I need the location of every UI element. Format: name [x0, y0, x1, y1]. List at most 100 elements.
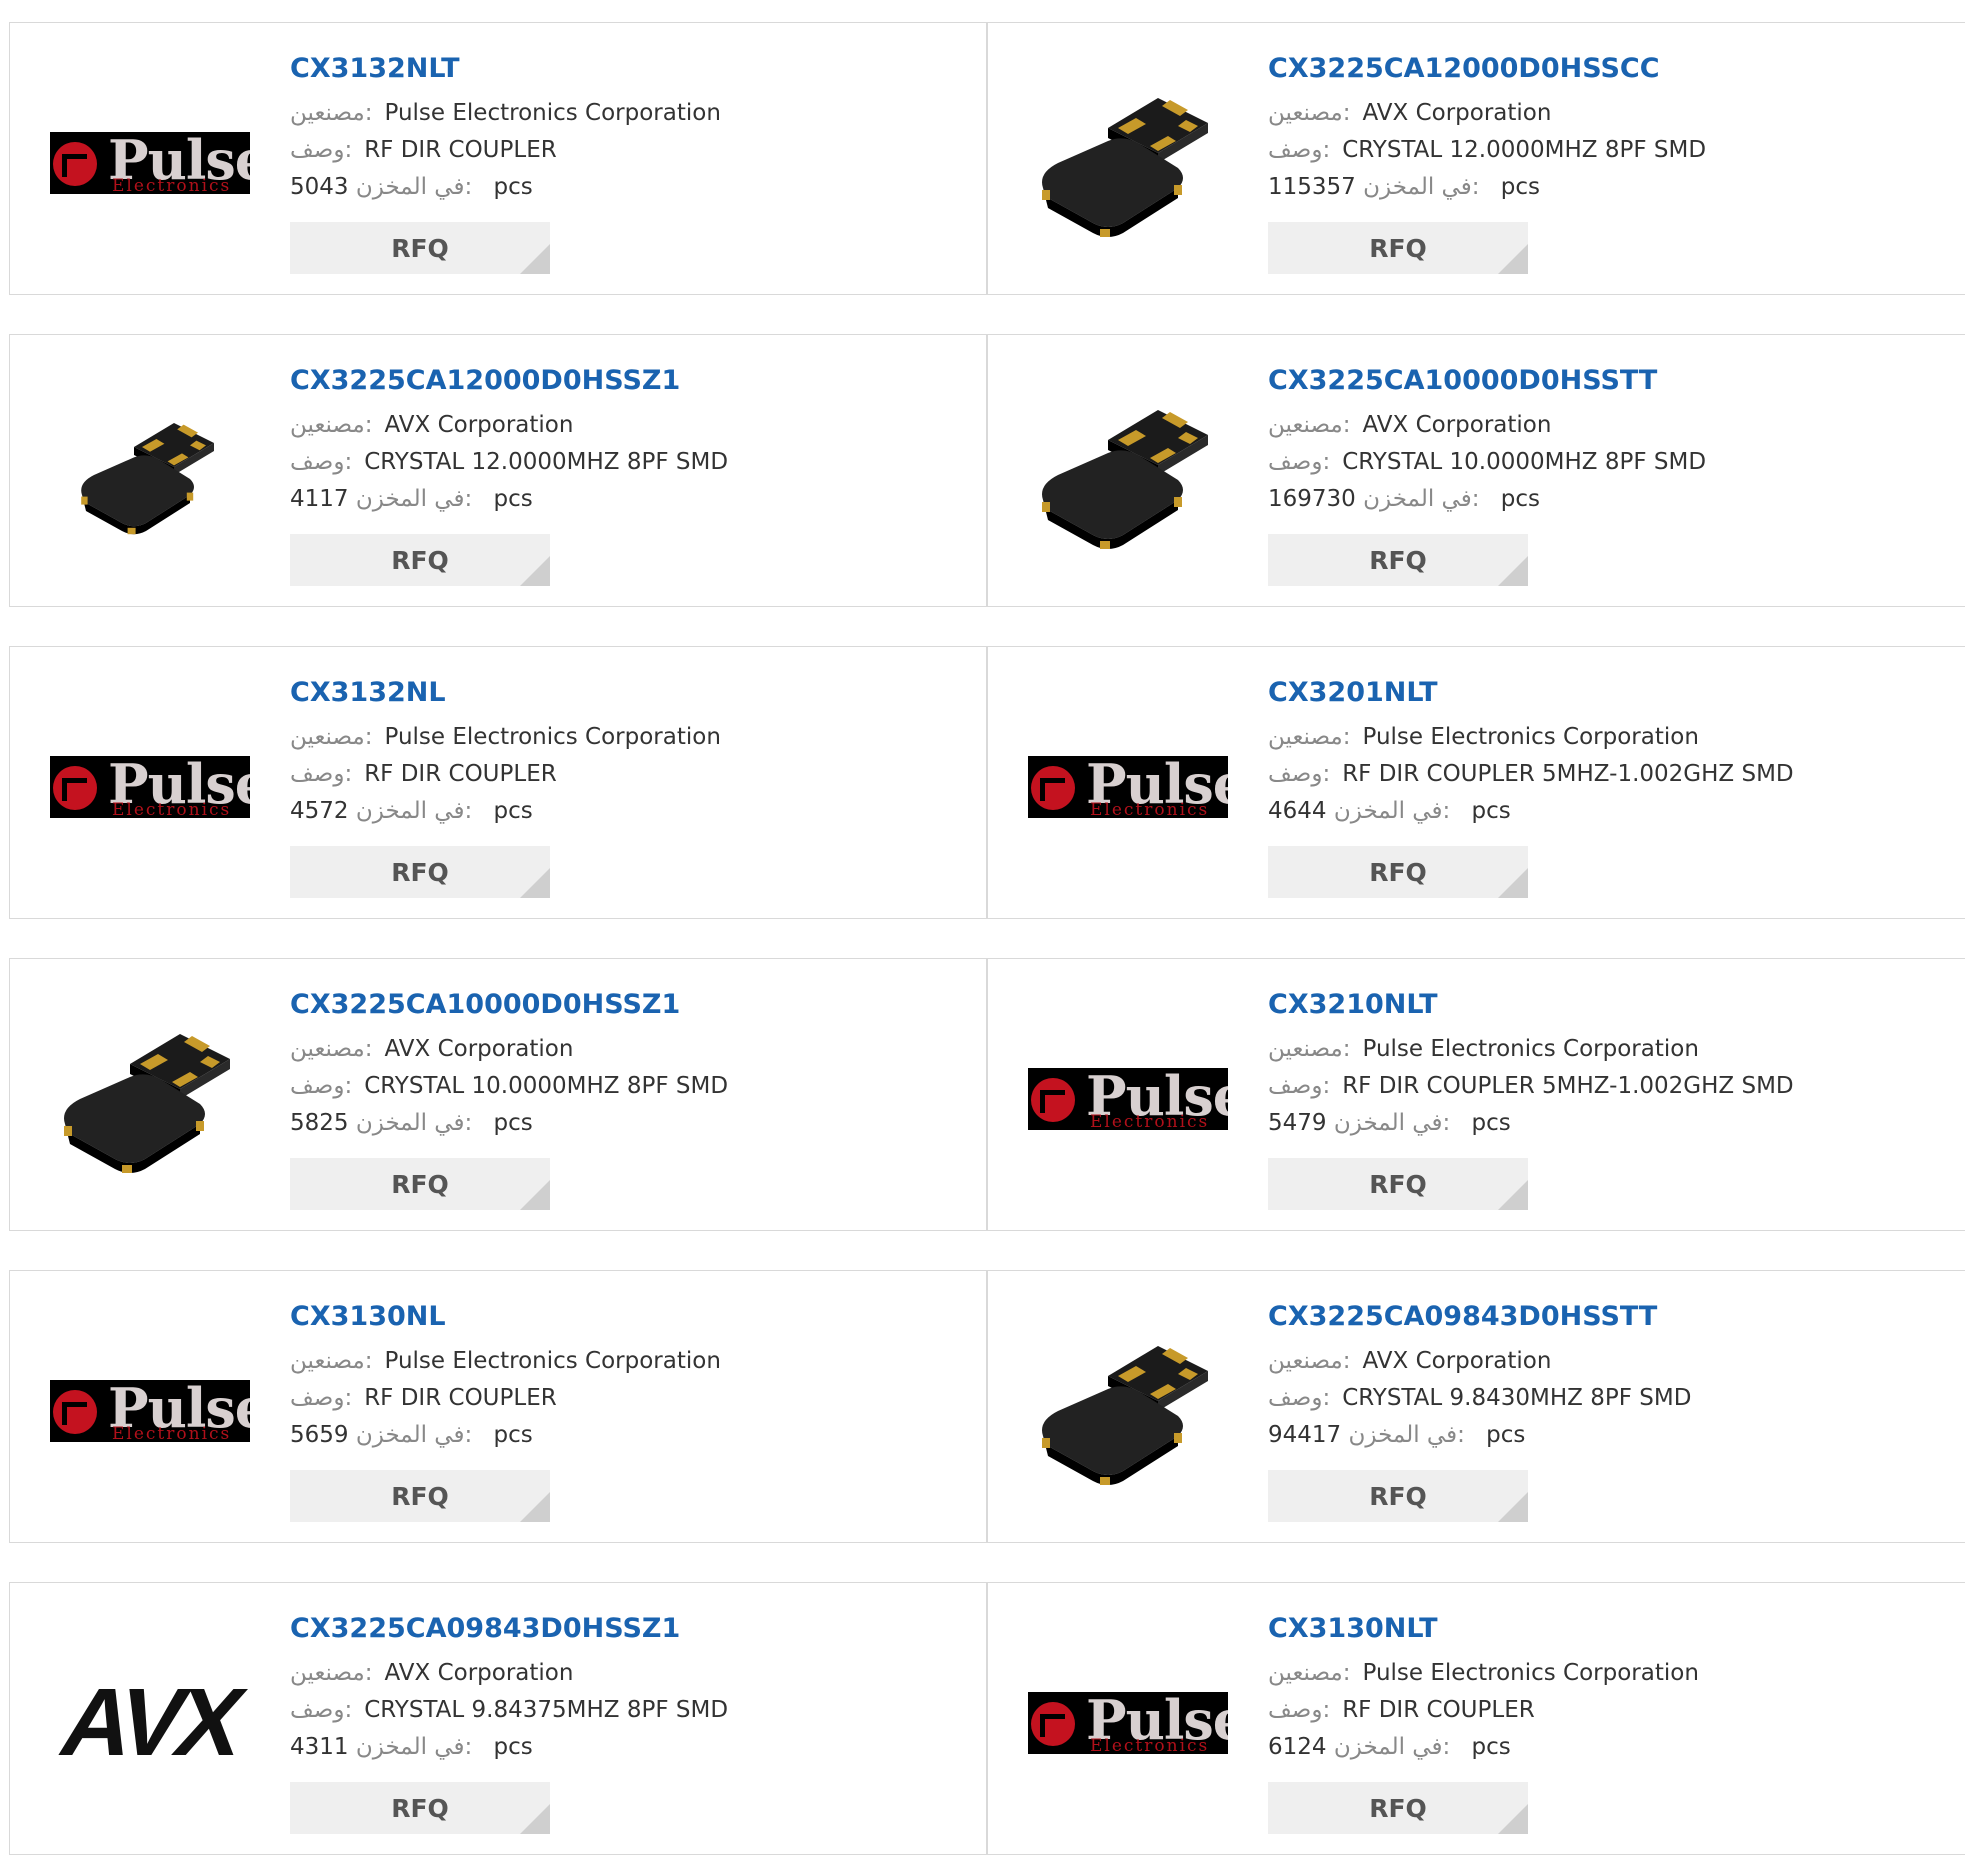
- crystal-oscillator-image: [64, 1034, 230, 1173]
- rfq-button[interactable]: RFQ: [290, 1470, 550, 1522]
- product-row: AVX CX3225CA09843D0HSSZ1 مصنعين: AVX Corp…: [9, 1582, 1965, 1855]
- manufacturer-row: مصنعين: Pulse Electronics Corporation: [1268, 1655, 1699, 1692]
- product-image[interactable]: Pulse Electronics: [1028, 999, 1228, 1199]
- rfq-button[interactable]: RFQ: [1268, 1158, 1528, 1210]
- part-number-link[interactable]: CX3130NLT: [1268, 1611, 1699, 1647]
- product-card: CX3225CA10000D0HSSTT مصنعين: AVX Corporat…: [987, 335, 1965, 606]
- rfq-button[interactable]: RFQ: [290, 846, 550, 898]
- description-label: وصف:: [1268, 1385, 1331, 1411]
- rfq-button[interactable]: RFQ: [290, 222, 550, 274]
- product-image[interactable]: Pulse Electronics: [50, 63, 250, 263]
- description-label: وصف:: [290, 449, 353, 475]
- description-row: وصف: CRYSTAL 10.0000MHZ 8PF SMD: [1268, 444, 1706, 481]
- description-row: وصف: CRYSTAL 12.0000MHZ 8PF SMD: [290, 444, 728, 481]
- part-number-link[interactable]: CX3210NLT: [1268, 987, 1794, 1023]
- pulse-logo-sub: Electronics: [1090, 1736, 1210, 1754]
- avx-logo: AVX: [50, 1669, 250, 1776]
- description-value: RF DIR COUPLER: [1342, 1697, 1535, 1723]
- product-info: CX3225CA12000D0HSSZ1 مصنعين: AVX Corporat…: [290, 363, 728, 518]
- pulse-mark-icon: [1031, 1702, 1075, 1746]
- description-label: وصف:: [290, 761, 353, 787]
- description-label: وصف:: [1268, 1073, 1331, 1099]
- part-number-link[interactable]: CX3225CA10000D0HSSZ1: [290, 987, 728, 1023]
- description-value: CRYSTAL 12.0000MHZ 8PF SMD: [1342, 137, 1707, 163]
- stock-label: في المخزن:: [355, 1422, 473, 1448]
- description-value: CRYSTAL 12.0000MHZ 8PF SMD: [364, 449, 729, 475]
- part-number-link[interactable]: CX3225CA12000D0HSSZ1: [290, 363, 728, 399]
- description-row: وصف: RF DIR COUPLER: [290, 756, 721, 793]
- stock-unit: pcs: [1471, 1734, 1511, 1760]
- product-image[interactable]: Pulse Electronics: [50, 687, 250, 887]
- part-number-link[interactable]: CX3225CA12000D0HSSCC: [1268, 51, 1706, 87]
- rfq-button[interactable]: RFQ: [1268, 222, 1528, 274]
- manufacturer-row: مصنعين: Pulse Electronics Corporation: [290, 719, 721, 756]
- product-info: CX3132NL مصنعين: Pulse Electronics Corpor…: [290, 675, 721, 830]
- product-image[interactable]: [50, 999, 250, 1199]
- stock-label: في المخزن:: [1363, 174, 1480, 200]
- product-card: Pulse Electronics CX3130NLT مصنعين: Pulse…: [987, 1583, 1965, 1854]
- corner-fold-icon: [1498, 1492, 1528, 1522]
- manufacturer-value: AVX Corporation: [1362, 1348, 1552, 1374]
- rfq-button[interactable]: RFQ: [1268, 1470, 1528, 1522]
- description-row: وصف: CRYSTAL 10.0000MHZ 8PF SMD: [290, 1068, 728, 1105]
- stock-unit: pcs: [493, 1734, 533, 1760]
- stock-label: في المخزن:: [355, 486, 473, 512]
- product-card: CX3225CA10000D0HSSZ1 مصنعين: AVX Corporat…: [9, 959, 987, 1230]
- product-image[interactable]: [1028, 1311, 1228, 1511]
- description-row: وصف: RF DIR COUPLER: [290, 1380, 721, 1417]
- description-value: CRYSTAL 9.8430MHZ 8PF SMD: [1342, 1385, 1692, 1411]
- manufacturer-row: مصنعين: AVX Corporation: [290, 1031, 728, 1068]
- description-label: وصف:: [290, 137, 353, 163]
- rfq-button[interactable]: RFQ: [290, 1158, 550, 1210]
- manufacturer-row: مصنعين: Pulse Electronics Corporation: [1268, 1031, 1794, 1068]
- description-value: RF DIR COUPLER 5MHZ-1.002GHZ SMD: [1342, 1073, 1794, 1099]
- stock-value: 6124: [1268, 1734, 1327, 1760]
- part-number-link[interactable]: CX3132NLT: [290, 51, 721, 87]
- manufacturer-row: مصنعين: AVX Corporation: [1268, 1343, 1691, 1380]
- manufacturer-label: مصنعين:: [290, 1348, 373, 1374]
- manufacturer-row: مصنعين: AVX Corporation: [290, 1655, 728, 1692]
- manufacturer-label: مصنعين:: [1268, 1660, 1351, 1686]
- manufacturer-label: مصنعين:: [290, 100, 373, 126]
- rfq-label: RFQ: [391, 1481, 449, 1511]
- rfq-button[interactable]: RFQ: [1268, 534, 1528, 586]
- stock-value: 115357: [1268, 174, 1356, 200]
- description-row: وصف: CRYSTAL 12.0000MHZ 8PF SMD: [1268, 132, 1706, 169]
- rfq-label: RFQ: [1369, 1793, 1427, 1823]
- part-number-link[interactable]: CX3225CA10000D0HSSTT: [1268, 363, 1706, 399]
- product-image[interactable]: Pulse Electronics: [50, 1311, 250, 1511]
- rfq-button[interactable]: RFQ: [290, 534, 550, 586]
- product-card: CX3225CA12000D0HSSZ1 مصنعين: AVX Corporat…: [9, 335, 987, 606]
- pulse-logo: Pulse Electronics: [50, 756, 250, 818]
- product-image[interactable]: [1028, 375, 1228, 575]
- manufacturer-value: Pulse Electronics Corporation: [1362, 1660, 1699, 1686]
- product-image[interactable]: AVX: [50, 1623, 250, 1823]
- stock-label: في المخزن:: [1333, 1110, 1451, 1136]
- part-number-link[interactable]: CX3225CA09843D0HSSTT: [1268, 1299, 1691, 1335]
- rfq-button[interactable]: RFQ: [290, 1782, 550, 1834]
- stock-value: 5825: [290, 1110, 349, 1136]
- pulse-logo: Pulse Electronics: [1028, 1692, 1228, 1754]
- product-image[interactable]: [50, 375, 250, 575]
- part-number-link[interactable]: CX3225CA09843D0HSSZ1: [290, 1611, 728, 1647]
- rfq-button[interactable]: RFQ: [1268, 1782, 1528, 1834]
- product-image[interactable]: Pulse Electronics: [1028, 1623, 1228, 1823]
- product-image[interactable]: Pulse Electronics: [1028, 687, 1228, 887]
- manufacturer-value: Pulse Electronics Corporation: [384, 724, 721, 750]
- stock-value: 4117: [290, 486, 349, 512]
- part-number-link[interactable]: CX3132NL: [290, 675, 721, 711]
- product-row: CX3225CA10000D0HSSZ1 مصنعين: AVX Corporat…: [9, 958, 1965, 1231]
- description-value: RF DIR COUPLER 5MHZ-1.002GHZ SMD: [1342, 761, 1794, 787]
- rfq-button[interactable]: RFQ: [1268, 846, 1528, 898]
- product-card: Pulse Electronics CX3201NLT مصنعين: Pulse…: [987, 647, 1965, 918]
- rfq-label: RFQ: [1369, 1481, 1427, 1511]
- rfq-label: RFQ: [1369, 545, 1427, 575]
- stock-unit: pcs: [1486, 1422, 1526, 1448]
- manufacturer-label: مصنعين:: [1268, 1036, 1351, 1062]
- stock-label: في المخزن:: [355, 174, 473, 200]
- description-row: وصف: CRYSTAL 9.8430MHZ 8PF SMD: [1268, 1380, 1691, 1417]
- part-number-link[interactable]: CX3130NL: [290, 1299, 721, 1335]
- product-image[interactable]: [1028, 63, 1228, 263]
- stock-label: في المخزن:: [1348, 1422, 1465, 1448]
- part-number-link[interactable]: CX3201NLT: [1268, 675, 1794, 711]
